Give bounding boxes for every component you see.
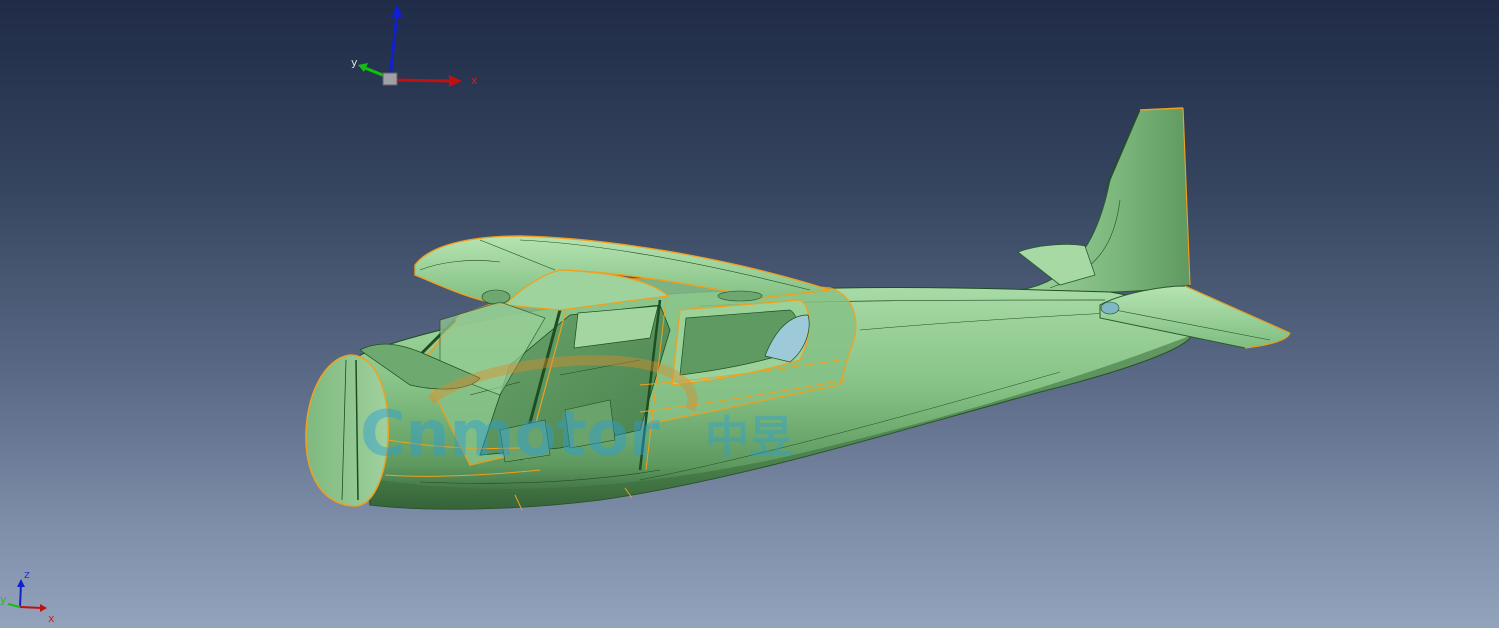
viewport-canvas[interactable]: Cnmotor 中昱 x y z x y xyxy=(0,0,1499,628)
mini-x-axis-line xyxy=(19,606,43,609)
mini-axis-triad: z x y xyxy=(0,568,55,625)
x-axis-arrow xyxy=(449,75,462,87)
mini-x-axis-label: x xyxy=(48,612,55,625)
axis-triad[interactable]: x y xyxy=(351,4,478,87)
watermark-cjk-text: 中昱 xyxy=(705,412,793,463)
watermark-text: Cnmotor xyxy=(360,397,660,470)
3d-viewport[interactable]: Cnmotor 中昱 x y z x y xyxy=(0,0,1499,628)
x-axis-line xyxy=(391,78,453,83)
mini-y-axis-line xyxy=(7,603,21,608)
mini-z-axis-label: z xyxy=(24,568,30,581)
x-axis-label: x xyxy=(471,74,478,87)
z-axis-line xyxy=(388,13,399,79)
origin-cube xyxy=(382,72,398,86)
z-axis-arrow xyxy=(391,4,403,18)
mini-x-axis-arrow xyxy=(40,604,47,612)
mini-y-axis-label: y xyxy=(0,593,7,606)
mini-z-axis-line xyxy=(19,583,22,608)
y-axis-label: y xyxy=(351,56,358,69)
